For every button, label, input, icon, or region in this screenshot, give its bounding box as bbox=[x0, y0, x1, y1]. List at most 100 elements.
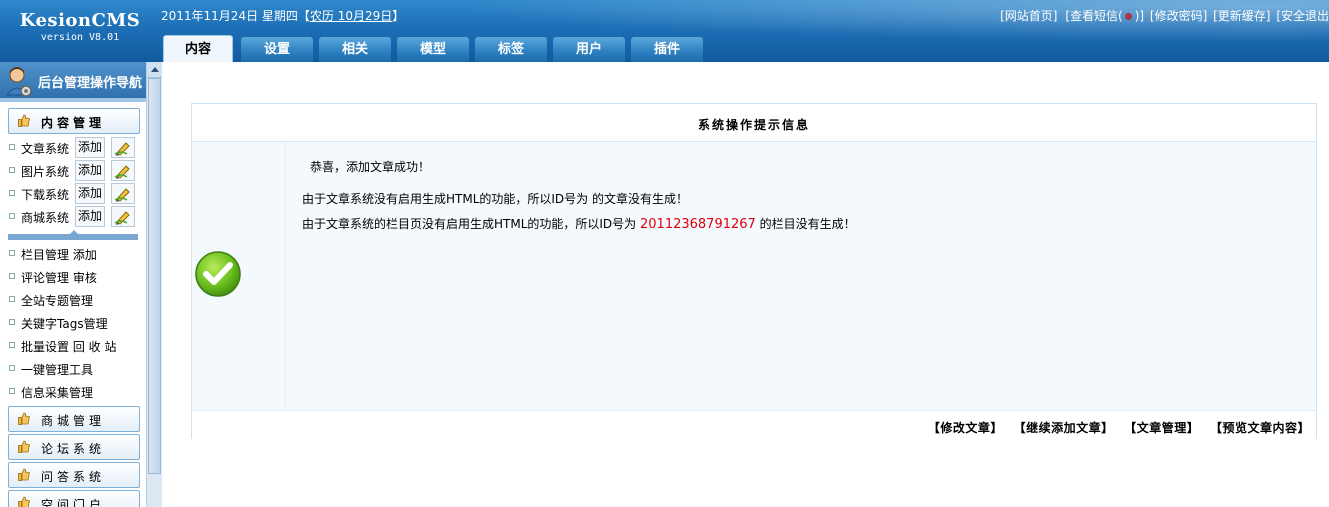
arrow-up-icon bbox=[151, 67, 159, 72]
thumbs-up-icon bbox=[18, 412, 30, 425]
nav-item-label: 批量设置 回 收 站 bbox=[21, 340, 117, 354]
bullet-icon bbox=[9, 167, 15, 173]
pencil-edit-icon[interactable] bbox=[111, 183, 135, 204]
info-line-article: 由于文章系统没有启用生成HTML的功能，所以ID号为 的文章没有生成！ bbox=[302, 192, 688, 206]
continue-add-article-link[interactable]: 【继续添加文章】 bbox=[1014, 421, 1114, 435]
sidebar-title: 后台管理操作导航 bbox=[38, 76, 143, 91]
system-link[interactable]: 文章系统 bbox=[21, 140, 69, 157]
link-view-messages[interactable]: [查看短信()] bbox=[1063, 9, 1144, 23]
bullet-icon bbox=[9, 365, 15, 371]
pencil-edit-icon[interactable] bbox=[111, 137, 135, 158]
sidebar: 后台管理操作导航 内容管理 文章系统 添加 图片系统 添加 下载系统 添加 商城… bbox=[0, 62, 146, 507]
section-label: 问答系统 bbox=[41, 470, 106, 484]
section-label: 空间门户 bbox=[41, 498, 106, 507]
message-indicator-icon bbox=[1124, 13, 1132, 20]
system-link[interactable]: 图片系统 bbox=[21, 163, 69, 180]
message-box-header: 系统操作提示信息 bbox=[192, 104, 1316, 142]
nav-item-comments[interactable]: 评论管理 审核 bbox=[8, 266, 143, 286]
section-label: 内容管理 bbox=[41, 116, 106, 130]
thumbs-up-icon bbox=[18, 114, 30, 127]
message-box: 系统操作提示信息 恭喜，添加文章成功！ 由于文章系统没有启用生成HTML的功能，… bbox=[191, 103, 1317, 439]
system-link[interactable]: 下载系统 bbox=[21, 186, 69, 203]
add-article-button[interactable]: 添加 bbox=[75, 137, 105, 158]
info-line-column: 由于文章系统的栏目页没有启用生成HTML的功能，所以ID号为 201123687… bbox=[302, 215, 856, 232]
tab-related[interactable]: 相关 bbox=[319, 37, 391, 62]
section-forum[interactable]: 论坛系统 bbox=[8, 434, 140, 460]
add-shop-button[interactable]: 添加 bbox=[75, 206, 105, 227]
nav-item-tools[interactable]: 一键管理工具 bbox=[8, 358, 143, 378]
lunar-bracket-open: 【 bbox=[297, 9, 310, 23]
pencil-edit-icon[interactable] bbox=[111, 206, 135, 227]
collapse-arrow-icon bbox=[70, 230, 78, 234]
bullet-icon bbox=[9, 319, 15, 325]
messages-close: )] bbox=[1134, 9, 1145, 23]
scroll-thumb[interactable] bbox=[148, 78, 161, 474]
pencil-edit-icon[interactable] bbox=[111, 160, 135, 181]
section-qa[interactable]: 问答系统 bbox=[8, 462, 140, 488]
thumbs-up-icon bbox=[18, 468, 30, 481]
tab-model[interactable]: 模型 bbox=[397, 37, 469, 62]
action-links: 【修改文章】 【继续添加文章】 【文章管理】 【预览文章内容】 bbox=[922, 419, 1310, 436]
collapse-divider[interactable] bbox=[8, 230, 138, 240]
link-change-password[interactable]: [修改密码] bbox=[1150, 9, 1207, 23]
section-content-management[interactable]: 内容管理 bbox=[8, 108, 140, 134]
tab-content[interactable]: 内容 bbox=[163, 35, 233, 62]
bullet-icon bbox=[9, 273, 15, 279]
lunar-bracket-close: 】 bbox=[392, 9, 405, 23]
nav-item-columns[interactable]: 栏目管理 添加 bbox=[8, 243, 143, 263]
logo-name: KesionCMS bbox=[19, 10, 141, 31]
sidebar-header-strip bbox=[0, 98, 146, 102]
main-content: 系统操作提示信息 恭喜，添加文章成功！ 由于文章系统没有启用生成HTML的功能，… bbox=[162, 62, 1329, 507]
info-line-prefix: 由于文章系统的栏目页没有启用生成HTML的功能，所以ID号为 bbox=[302, 217, 640, 231]
bullet-icon bbox=[9, 213, 15, 219]
tab-users[interactable]: 用户 bbox=[553, 37, 625, 62]
tab-tags[interactable]: 标签 bbox=[475, 37, 547, 62]
link-update-cache[interactable]: [更新缓存] bbox=[1213, 9, 1270, 23]
section-shop-management[interactable]: 商城管理 bbox=[8, 406, 140, 432]
bullet-icon bbox=[9, 250, 15, 256]
nav-item-collector[interactable]: 信息采集管理 bbox=[8, 381, 143, 401]
bullet-icon bbox=[9, 342, 15, 348]
success-message: 恭喜，添加文章成功！ bbox=[310, 160, 431, 174]
system-row-article: 文章系统 添加 bbox=[8, 137, 140, 158]
section-space-portal[interactable]: 空间门户 bbox=[8, 490, 140, 507]
lunar-date-link[interactable]: 农历 10月29日 bbox=[310, 9, 392, 23]
nav-item-label: 全站专题管理 bbox=[21, 294, 94, 308]
tab-plugins[interactable]: 插件 bbox=[631, 37, 703, 62]
current-date: 2011年11月24日 星期四 bbox=[161, 9, 298, 23]
link-safe-logout[interactable]: [安全退出 bbox=[1276, 9, 1329, 23]
icon-column bbox=[192, 142, 286, 410]
scroll-up-button[interactable] bbox=[147, 62, 162, 78]
article-management-link[interactable]: 【文章管理】 bbox=[1124, 421, 1199, 435]
tab-settings[interactable]: 设置 bbox=[241, 37, 313, 62]
add-download-button[interactable]: 添加 bbox=[75, 183, 105, 204]
sidebar-header: 后台管理操作导航 bbox=[0, 62, 146, 102]
nav-item-label: 一键管理工具 bbox=[21, 363, 94, 377]
top-links: [网站首页] [查看短信()] [修改密码] [更新缓存] [安全退出 bbox=[998, 7, 1329, 24]
section-label: 论坛系统 bbox=[41, 442, 106, 456]
nav-item-tags[interactable]: 关键字Tags管理 bbox=[8, 312, 143, 332]
nav-item-label: 栏目管理 添加 bbox=[21, 248, 97, 262]
nav-item-label: 评论管理 审核 bbox=[21, 271, 97, 285]
section-label: 商城管理 bbox=[41, 414, 106, 428]
system-link[interactable]: 商城系统 bbox=[21, 209, 69, 226]
top-header: KesionCMS version V8.01 2011年11月24日 星期四【… bbox=[0, 0, 1329, 62]
sidebar-scrollbar[interactable] bbox=[146, 62, 162, 507]
nav-item-label: 信息采集管理 bbox=[21, 386, 94, 400]
bullet-icon bbox=[9, 144, 15, 150]
preview-article-link[interactable]: 【预览文章内容】 bbox=[1210, 421, 1310, 435]
nav-item-label: 关键字Tags管理 bbox=[21, 317, 108, 331]
nav-item-topics[interactable]: 全站专题管理 bbox=[8, 289, 143, 309]
nav-item-batch-recycle[interactable]: 批量设置 回 收 站 bbox=[8, 335, 143, 355]
action-bar: 【修改文章】 【继续添加文章】 【文章管理】 【预览文章内容】 bbox=[192, 410, 1316, 439]
edit-article-link[interactable]: 【修改文章】 bbox=[928, 421, 1003, 435]
bullet-icon bbox=[9, 190, 15, 196]
system-row-shop: 商城系统 添加 bbox=[8, 206, 140, 227]
message-box-title: 系统操作提示信息 bbox=[697, 118, 810, 132]
check-circle-icon bbox=[195, 251, 241, 297]
add-image-button[interactable]: 添加 bbox=[75, 160, 105, 181]
info-line-suffix: 的栏目没有生成！ bbox=[755, 217, 856, 231]
messages-label: [查看短信( bbox=[1065, 9, 1123, 23]
thumbs-up-icon bbox=[18, 440, 30, 453]
link-site-home[interactable]: [网站首页] bbox=[1000, 9, 1057, 23]
